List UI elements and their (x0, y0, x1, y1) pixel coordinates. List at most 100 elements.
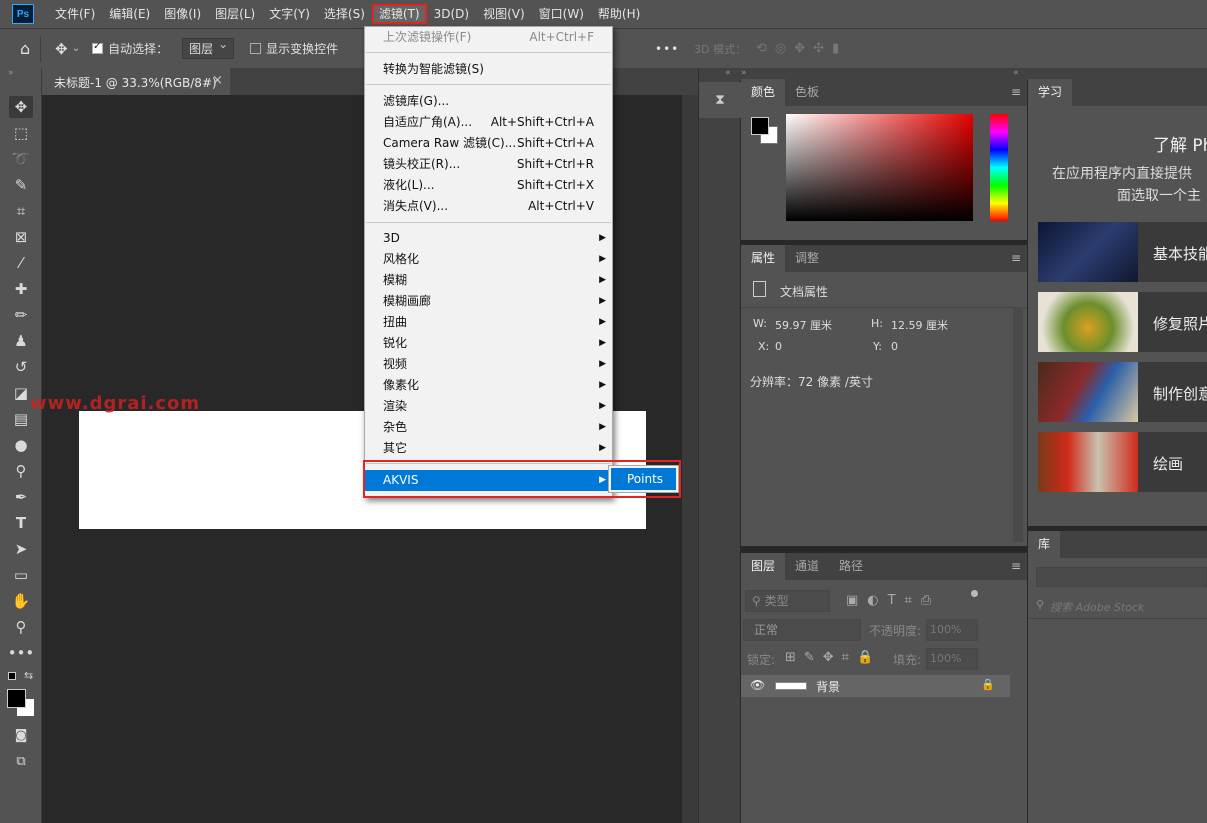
library-search-bar[interactable]: ⚲ 搜索 Adobe Stock (1028, 593, 1207, 619)
healing-brush-tool-icon[interactable]: ✚ (9, 278, 33, 300)
menu-image[interactable]: 图像(I) (157, 4, 208, 24)
foreground-color-swatch[interactable] (7, 689, 26, 708)
learn-card-creative[interactable]: 制作创意 (1038, 362, 1207, 422)
menu-window[interactable]: 窗口(W) (532, 4, 591, 24)
menu-item-3d[interactable]: 3D ▶ (365, 228, 612, 249)
clone-stamp-tool-icon[interactable]: ♟ (9, 330, 33, 352)
lock-icons[interactable]: ⊞✎✥⌗🔒 (785, 650, 881, 665)
auto-select-checkbox[interactable]: 自动选择： (92, 40, 168, 57)
menu-layer[interactable]: 图层(L) (208, 4, 262, 24)
menu-item-lens-correction[interactable]: 镜头校正(R)... Shift+Ctrl+R (365, 154, 612, 175)
panel-menu-icon[interactable]: ≡ (1011, 559, 1021, 573)
panel-menu-icon[interactable]: ≡ (1011, 251, 1021, 265)
move-tool-icon[interactable]: ✥ (9, 96, 33, 118)
frame-tool-icon[interactable]: ⊠ (9, 226, 33, 248)
menu-edit[interactable]: 编辑(E) (102, 4, 157, 24)
menu-item-stylize[interactable]: 风格化 ▶ (365, 249, 612, 270)
menu-item-liquify[interactable]: 液化(L)... Shift+Ctrl+X (365, 175, 612, 196)
layer-filter-icons[interactable]: ▣◐T⌗⎙ (846, 593, 940, 608)
menu-file[interactable]: 文件(F) (48, 4, 102, 24)
history-brush-tool-icon[interactable]: ↺ (9, 356, 33, 378)
height-value[interactable]: 12.59 厘米 (891, 317, 948, 333)
opacity-field[interactable]: 100% (926, 619, 978, 641)
menu-item-sharpen[interactable]: 锐化 ▶ (365, 333, 612, 354)
menu-item-convert-smart-filter[interactable]: 转换为智能滤镜(S) (365, 59, 612, 80)
menu-filter[interactable]: 滤镜(T) (371, 4, 427, 24)
panel-menu-icon[interactable]: ≡ (1011, 85, 1021, 99)
menu-type[interactable]: 文字(Y) (262, 4, 317, 24)
hand-tool-icon[interactable]: ✋ (9, 590, 33, 612)
swap-colors-icon[interactable]: ⇆ (24, 669, 33, 682)
eyedropper-tool-icon[interactable]: ⁄ (9, 252, 33, 274)
default-colors-icon[interactable] (8, 672, 16, 680)
crop-tool-icon[interactable]: ⌗ (9, 200, 33, 222)
hue-slider[interactable] (990, 114, 1008, 221)
home-icon[interactable]: ⌂ (20, 39, 30, 58)
tab-channels[interactable]: 通道 (785, 553, 829, 580)
tab-swatches[interactable]: 色板 (785, 79, 829, 106)
fill-field[interactable]: 100% (926, 648, 978, 670)
y-value[interactable]: 0 (891, 340, 898, 353)
document-tab[interactable]: 未标题-1 @ 33.3%(RGB/8#) × (42, 68, 230, 95)
zoom-tool-icon[interactable]: ⚲ (9, 616, 33, 638)
menu-item-adaptive-wide-angle[interactable]: 自适应广角(A)... Alt+Shift+Ctrl+A (365, 112, 612, 133)
pen-tool-icon[interactable]: ✒ (9, 486, 33, 508)
brush-tool-icon[interactable]: ✏ (9, 304, 33, 326)
collapse-icon[interactable]: « (725, 68, 731, 78)
menu-item-blur-gallery[interactable]: 模糊画廊 ▶ (365, 291, 612, 312)
marquee-tool-icon[interactable]: ⬚ (9, 122, 33, 144)
screen-mode-icon[interactable]: ⧉ (9, 750, 33, 772)
foreground-color-swatch[interactable] (751, 117, 769, 135)
tab-adjustments[interactable]: 调整 (785, 245, 829, 272)
tab-layers[interactable]: 图层 (741, 553, 786, 580)
menu-item-render[interactable]: 渲染 ▶ (365, 396, 612, 417)
library-dropdown[interactable] (1036, 567, 1207, 587)
history-panel-icon[interactable]: ⧗ (699, 82, 741, 118)
learn-card-painting[interactable]: 绘画 (1038, 432, 1207, 492)
chevron-down-icon[interactable]: ⌄ (72, 43, 80, 54)
auto-select-dropdown[interactable]: 图层 (182, 37, 235, 59)
more-options-icon[interactable]: ••• (655, 42, 679, 56)
properties-scrollbar[interactable] (1013, 307, 1023, 542)
menu-select[interactable]: 选择(S) (317, 4, 372, 24)
checkbox-icon[interactable] (92, 41, 104, 54)
close-icon[interactable]: × (212, 73, 223, 88)
menu-item-video[interactable]: 视频 ▶ (365, 354, 612, 375)
menu-view[interactable]: 视图(V) (476, 4, 532, 24)
menu-item-pixelate[interactable]: 像素化 ▶ (365, 375, 612, 396)
auto-select-value[interactable]: 图层 (182, 37, 235, 59)
layer-name[interactable]: 背景 (816, 678, 840, 695)
width-value[interactable]: 59.97 厘米 (775, 317, 832, 333)
color-field[interactable] (786, 114, 973, 221)
collapse-icon[interactable]: » (8, 68, 14, 78)
quick-select-tool-icon[interactable]: ✎ (9, 174, 33, 196)
menu-item-blur[interactable]: 模糊 ▶ (365, 270, 612, 291)
menu-item-camera-raw[interactable]: Camera Raw 滤镜(C)... Shift+Ctrl+A (365, 133, 612, 154)
move-tool-icon[interactable]: ✥ (55, 40, 68, 58)
blur-tool-icon[interactable]: ● (9, 434, 33, 456)
tab-library[interactable]: 库 (1028, 531, 1061, 558)
path-select-tool-icon[interactable]: ➤ (9, 538, 33, 560)
tab-paths[interactable]: 路径 (829, 553, 873, 580)
menu-item-other[interactable]: 其它 ▶ (365, 438, 612, 459)
menu-item-last-filter[interactable]: 上次滤镜操作(F) Alt+Ctrl+F (365, 27, 612, 48)
menu-help[interactable]: 帮助(H) (591, 4, 647, 24)
menu-item-noise[interactable]: 杂色 ▶ (365, 417, 612, 438)
menu-item-distort[interactable]: 扭曲 ▶ (365, 312, 612, 333)
visibility-eye-icon[interactable]: 👁 (750, 678, 765, 692)
more-tools-icon[interactable]: ••• (8, 642, 35, 664)
collapse-icon[interactable]: « (1013, 68, 1019, 78)
collapse-icon[interactable]: » (741, 68, 747, 78)
dodge-tool-icon[interactable]: ⚲ (9, 460, 33, 482)
quick-mask-icon[interactable]: ◙ (9, 724, 33, 746)
filter-toggle-icon[interactable] (971, 590, 978, 597)
menu-item-filter-gallery[interactable]: 滤镜库(G)... (365, 91, 612, 112)
layer-row-background[interactable]: 👁 背景 🔒 (741, 675, 1010, 697)
menu-3d[interactable]: 3D(D) (427, 4, 476, 24)
tab-properties[interactable]: 属性 (741, 245, 786, 272)
x-value[interactable]: 0 (775, 340, 782, 353)
learn-card-basics[interactable]: 基本技能 (1038, 222, 1207, 282)
rectangle-tool-icon[interactable]: ▭ (9, 564, 33, 586)
layer-filter-dropdown[interactable]: ⚲ 类型 (745, 590, 830, 612)
menu-item-vanishing-point[interactable]: 消失点(V)... Alt+Ctrl+V (365, 196, 612, 217)
